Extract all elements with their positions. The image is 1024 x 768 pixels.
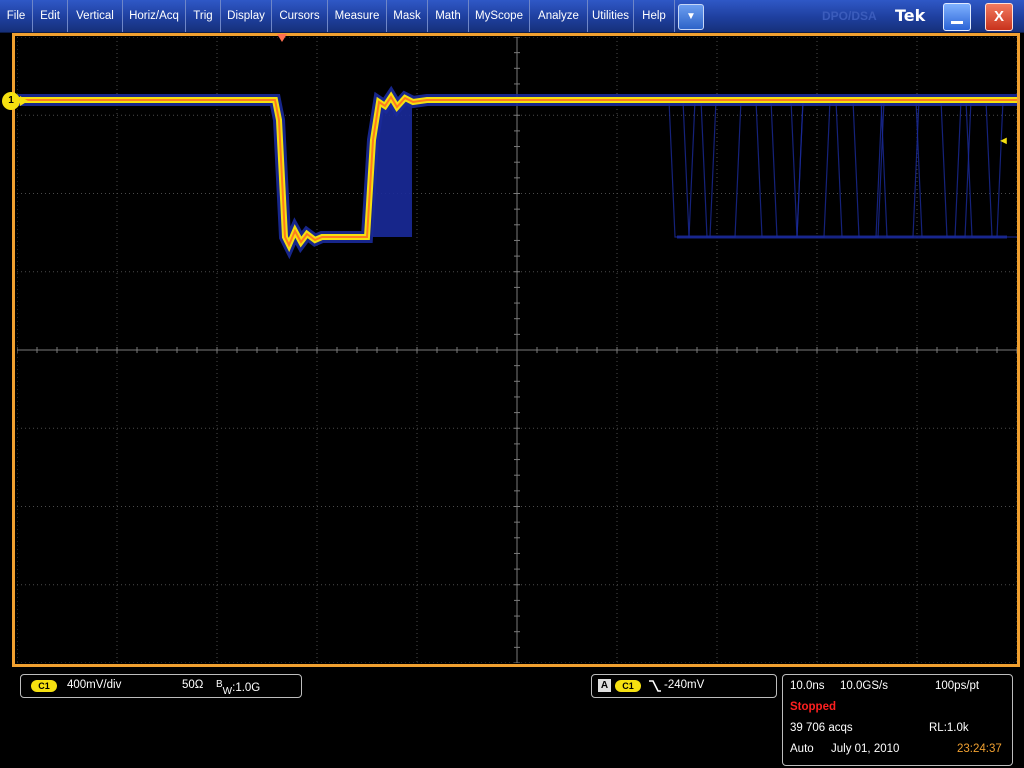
menu-bar: File Edit Vertical Horiz/Acq Trig Displa… xyxy=(0,0,1024,33)
falling-edge-icon xyxy=(649,680,661,692)
menu-file[interactable]: File xyxy=(0,0,33,32)
sample-rate: 10.0GS/s xyxy=(840,680,888,692)
menu-mask[interactable]: Mask xyxy=(387,0,428,32)
date: July 01, 2010 xyxy=(831,743,900,755)
close-button[interactable]: X xyxy=(985,3,1013,31)
minimize-button[interactable] xyxy=(943,3,971,31)
menu-utilities[interactable]: Utilities xyxy=(588,0,634,32)
persistence-trace xyxy=(880,99,920,238)
persistence-traces xyxy=(372,96,1017,239)
channel-readout[interactable]: C1 400mV/div 50Ω BW:1.0G xyxy=(20,674,302,698)
resolution: 100ps/pt xyxy=(935,680,980,692)
ch1-marker-arrow-icon xyxy=(20,96,28,106)
menu-analyze[interactable]: Analyze xyxy=(530,0,588,32)
graticule xyxy=(17,37,1017,663)
trigger-position-marker[interactable] xyxy=(277,34,287,42)
vertical-scale: 400mV/div xyxy=(67,679,122,691)
bandwidth-limit: BW:1.0G xyxy=(216,679,260,697)
persistence-trace xyxy=(668,99,696,238)
bandwidth-prefix: B xyxy=(216,679,223,690)
trigger-source-a: A xyxy=(598,679,611,692)
menu-display[interactable]: Display xyxy=(221,0,272,32)
menu-cursors[interactable]: Cursors xyxy=(272,0,328,32)
trigger-readout[interactable]: A C1 -240mV xyxy=(591,674,777,698)
persistence-trace xyxy=(835,99,883,238)
menu-vertical[interactable]: Vertical xyxy=(68,0,123,32)
bandwidth-sub: W xyxy=(222,686,233,697)
minimize-icon xyxy=(951,21,963,24)
menu-edit[interactable]: Edit xyxy=(33,0,68,32)
persistence-trace xyxy=(770,99,804,238)
model-label: DPO/DSA xyxy=(822,9,877,23)
ch1-ground-marker[interactable]: 1 xyxy=(2,92,20,110)
record-length: RL:1.0k xyxy=(929,722,969,734)
trigger-mode: Auto xyxy=(790,743,814,755)
chevron-down-icon: ▼ xyxy=(686,11,696,22)
menu-dropdown-button[interactable]: ▼ xyxy=(678,4,704,30)
acquisition-readout[interactable]: 10.0ns 10.0GS/s 100ps/pt Stopped 39 706 … xyxy=(782,674,1013,766)
persistence-trace xyxy=(700,99,742,238)
menu-math[interactable]: Math xyxy=(428,0,469,32)
trigger-level-marker-icon[interactable]: ◄ xyxy=(998,135,1009,147)
persistence-trace xyxy=(790,99,831,238)
bandwidth-value: :1.0G xyxy=(232,682,261,694)
menu-trig[interactable]: Trig xyxy=(186,0,221,32)
ch1-badge: C1 xyxy=(31,680,57,692)
menu-help[interactable]: Help xyxy=(634,0,675,32)
menu-measure[interactable]: Measure xyxy=(328,0,387,32)
menu-horiz-acq[interactable]: Horiz/Acq xyxy=(123,0,186,32)
acquisition-status: Stopped xyxy=(790,701,836,713)
trigger-level: -240mV xyxy=(664,679,705,691)
persistence-trace xyxy=(915,99,962,238)
persistence-trace xyxy=(965,99,1004,238)
graticule-grid xyxy=(17,37,1017,663)
tek-logo: Tek xyxy=(895,6,926,25)
termination: 50Ω xyxy=(182,679,204,691)
menu-myscope[interactable]: MyScope xyxy=(469,0,530,32)
persistence-trace xyxy=(682,99,717,238)
acquisition-count: 39 706 acqs xyxy=(790,722,853,734)
time-per-div: 10.0ns xyxy=(790,680,825,692)
clock-time: 23:24:37 xyxy=(957,743,1002,755)
trigger-ch1-badge: C1 xyxy=(615,680,641,692)
